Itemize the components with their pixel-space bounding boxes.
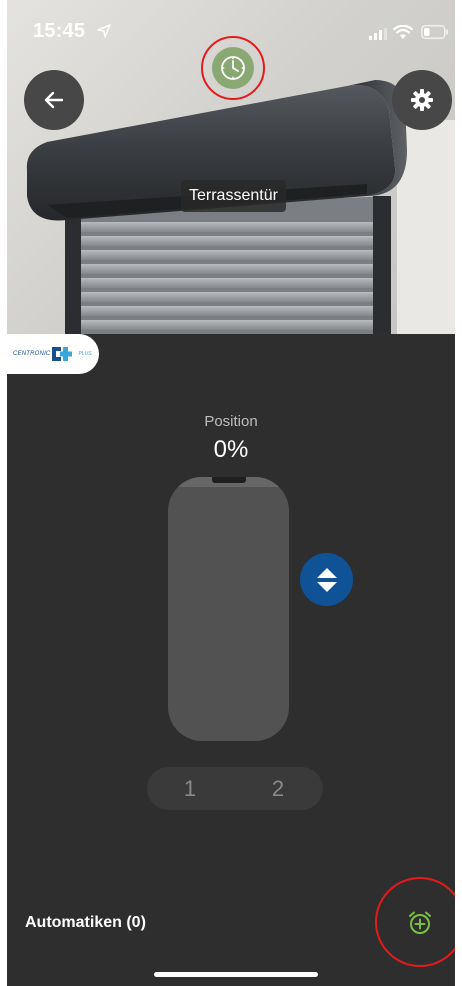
status-time: 15:45 [33,20,86,42]
location-arrow-icon [97,24,111,38]
shutter-handle[interactable] [212,477,246,483]
highlight-circle [201,36,265,100]
back-button[interactable] [24,70,84,130]
device-name-label: Terrassentür [181,180,286,212]
preset-2-button[interactable]: 2 [248,767,308,810]
arrow-left-icon [44,91,64,109]
brand-suffix: PLUS [78,351,92,357]
up-down-button[interactable] [300,553,353,606]
preset-selector: 1 2 [147,767,323,810]
up-down-icon [316,567,337,592]
settings-button[interactable] [392,70,452,130]
device-photo: 15:45 Terrassentür [7,0,455,334]
brand-name: CENTRONIC [13,351,51,357]
position-label: Position [204,413,258,430]
battery-icon [421,25,448,39]
home-indicator[interactable] [154,972,318,977]
centronic-plus-logo-icon [52,347,73,361]
preset-1-button[interactable]: 1 [160,767,220,810]
highlight-circle [375,877,455,967]
gear-icon [411,89,433,111]
position-value: 0% [213,436,249,463]
shutter-position-slider[interactable] [168,477,289,741]
automations-label: Automatiken (0) [25,914,146,931]
app-screen: 15:45 Terrassentür CENTRONIC PLUS Positi… [7,0,455,986]
wifi-icon [393,25,413,39]
cellular-signal-icon [369,28,387,40]
brand-logo: CENTRONIC PLUS [7,334,99,374]
